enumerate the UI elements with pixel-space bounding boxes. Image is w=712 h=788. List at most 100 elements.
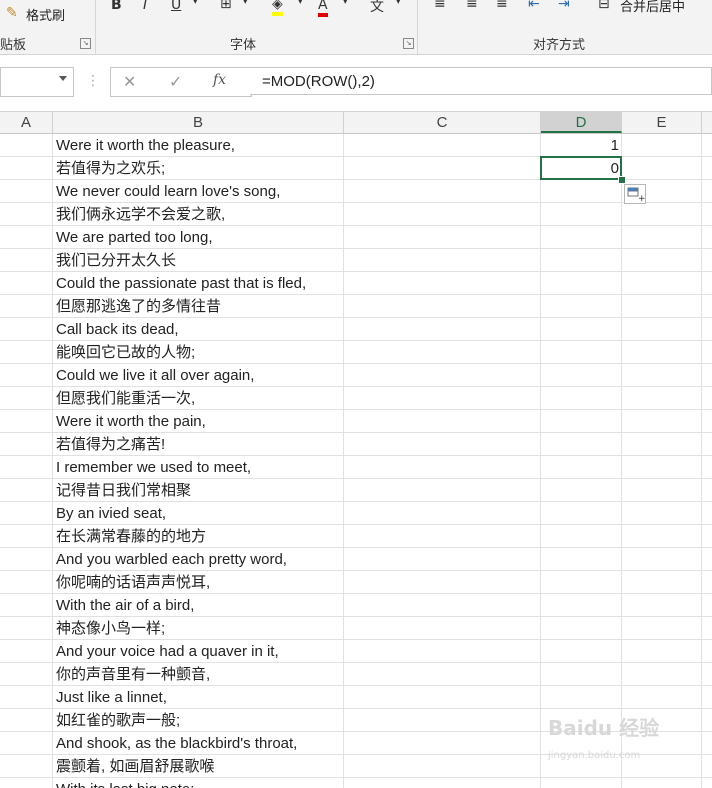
align-right-icon[interactable]: ≡	[496, 0, 508, 12]
cell-b[interactable]: With its last big note;	[56, 778, 194, 788]
table-row: I remember we used to meet,	[0, 456, 712, 479]
column-gridline	[52, 134, 53, 788]
column-gridline	[343, 134, 344, 788]
cell-b[interactable]: 能唤回它已故的人物;	[56, 341, 195, 363]
column-header-e[interactable]: E	[622, 112, 702, 133]
merge-center-button[interactable]: 合并后居中	[620, 0, 685, 15]
active-cell-border[interactable]	[540, 156, 622, 180]
formula-bar: ⋮ ✕ ✓ fx =MOD(ROW(),2)	[0, 55, 712, 112]
cell-b[interactable]: Call back its dead,	[56, 318, 179, 340]
phonetic-icon[interactable]: 文	[370, 0, 384, 16]
column-header-bar: A B C D E	[0, 112, 712, 134]
table-row: 我们已分开太久长	[0, 249, 712, 272]
format-painter-button[interactable]: 格式刷	[26, 5, 65, 24]
clipboard-launcher-icon[interactable]: ↘	[80, 38, 91, 49]
table-row: 在长满常春藤的的地方	[0, 525, 712, 548]
ribbon-separator	[95, 0, 96, 54]
cell-b[interactable]: And your voice had a quaver in it,	[56, 640, 279, 662]
ribbon-separator	[417, 0, 418, 54]
cell-b[interactable]: 你的声音里有一种颤音,	[56, 663, 210, 685]
formula-bar-grip-icon: ⋮	[86, 73, 100, 89]
decrease-indent-icon[interactable]: ⇤	[528, 0, 540, 12]
cell-b[interactable]: And shook, as the blackbird's throat,	[56, 732, 297, 754]
cell-b[interactable]: Could we live it all over again,	[56, 364, 254, 386]
watermark: Baidu 经验	[548, 716, 660, 740]
cell-b[interactable]: 我们俩永远学不会爱之歌,	[56, 203, 225, 225]
table-row: 你的声音里有一种颤音,	[0, 663, 712, 686]
cell-b[interactable]: I remember we used to meet,	[56, 456, 251, 478]
border-icon[interactable]: ⊞	[220, 0, 232, 12]
cell-b[interactable]: We never could learn love's song,	[56, 180, 280, 202]
underline-icon[interactable]: U	[171, 0, 181, 13]
cell-b[interactable]: By an ivied seat,	[56, 502, 166, 524]
formula-input[interactable]: =MOD(ROW(),2)	[250, 67, 712, 95]
fill-handle[interactable]	[618, 176, 626, 184]
phonetic-dropdown-icon[interactable]: ▾	[396, 0, 401, 7]
italic-icon[interactable]: I	[143, 0, 147, 13]
cancel-icon[interactable]: ✕	[123, 72, 136, 91]
column-header-b[interactable]: B	[53, 112, 344, 133]
table-row: Just like a linnet,	[0, 686, 712, 709]
cell-b[interactable]: 你呢喃的话语声声悦耳,	[56, 571, 210, 593]
table-row: 神态像小鸟一样;	[0, 617, 712, 640]
cell-b[interactable]: And you warbled each pretty word,	[56, 548, 287, 570]
cell-b[interactable]: 震颤着, 如画眉舒展歌喉	[56, 755, 214, 777]
table-row: And your voice had a quaver in it,	[0, 640, 712, 663]
bold-icon[interactable]: B	[111, 0, 122, 13]
table-row: Call back its dead,	[0, 318, 712, 341]
cell-b[interactable]: We are parted too long,	[56, 226, 213, 248]
cell-b[interactable]: 如红雀的歌声一般;	[56, 709, 180, 731]
cell-b[interactable]: 在长满常春藤的的地方	[56, 525, 206, 547]
column-gridline	[701, 134, 702, 788]
align-left-icon[interactable]: ≡	[434, 0, 446, 12]
align-center-icon[interactable]: ≡	[466, 0, 478, 12]
table-row: 你呢喃的话语声声悦耳,	[0, 571, 712, 594]
column-header-c[interactable]: C	[344, 112, 541, 133]
cell-b[interactable]: Were it worth the pleasure,	[56, 134, 235, 156]
quick-analysis-icon: +	[627, 187, 646, 204]
font-color-icon[interactable]: A	[318, 0, 328, 17]
table-row: By an ivied seat,	[0, 502, 712, 525]
table-row: 但愿那逃逸了的多情往昔	[0, 295, 712, 318]
table-row: Could the passionate past that is fled,	[0, 272, 712, 295]
column-header-d[interactable]: D	[541, 112, 622, 133]
cell-b[interactable]: Just like a linnet,	[56, 686, 167, 708]
table-row: Were it worth the pain,	[0, 410, 712, 433]
table-row: With the air of a bird,	[0, 594, 712, 617]
cell-d1[interactable]: 1	[541, 135, 619, 157]
quick-analysis-button[interactable]: +	[624, 184, 646, 204]
fill-color-icon[interactable]: ◈	[272, 0, 283, 16]
name-box[interactable]	[0, 67, 74, 97]
cell-b[interactable]: 但愿我们能重活一次,	[56, 387, 195, 409]
font-launcher-icon[interactable]: ↘	[403, 38, 414, 49]
merge-center-icon[interactable]: ⊟	[598, 0, 610, 12]
underline-dropdown-icon[interactable]: ▾	[193, 0, 198, 7]
column-gridline	[621, 134, 622, 788]
cell-b[interactable]: With the air of a bird,	[56, 594, 194, 616]
table-row: And you warbled each pretty word,	[0, 548, 712, 571]
enter-icon[interactable]: ✓	[169, 72, 182, 91]
formula-buttons: ✕ ✓ fx	[110, 67, 252, 97]
name-box-dropdown-icon[interactable]	[59, 76, 67, 81]
cell-b[interactable]: 记得昔日我们常相聚	[56, 479, 191, 501]
fill-color-dropdown-icon[interactable]: ▾	[298, 0, 303, 7]
insert-function-icon[interactable]: fx	[213, 72, 226, 88]
clipboard-group-label: 贴板	[0, 38, 27, 53]
column-header-a[interactable]: A	[0, 112, 53, 133]
cell-b[interactable]: 若值得为之痛苦!	[56, 433, 165, 455]
table-row: 但愿我们能重活一次,	[0, 387, 712, 410]
worksheet-grid[interactable]: Were it worth the pleasure, 若值得为之欢乐; We ne…	[0, 134, 712, 788]
border-dropdown-icon[interactable]: ▾	[243, 0, 248, 7]
ribbon: ✎ 格式刷 贴板 ↘ B I U ▾ ⊞ ▾ ◈ ▾ A ▾ 文 ▾ 字体 ↘ …	[0, 0, 712, 55]
increase-indent-icon[interactable]: ⇥	[558, 0, 570, 12]
cell-b[interactable]: Could the passionate past that is fled,	[56, 272, 306, 294]
cell-b[interactable]: 但愿那逃逸了的多情往昔	[56, 295, 221, 317]
cell-b[interactable]: 神态像小鸟一样;	[56, 617, 165, 639]
font-color-dropdown-icon[interactable]: ▾	[343, 0, 348, 7]
alignment-group-label: 对齐方式	[533, 38, 586, 53]
format-painter-icon: ✎	[6, 5, 18, 21]
cell-b[interactable]: 我们已分开太久长	[56, 249, 176, 271]
cell-b[interactable]: Were it worth the pain,	[56, 410, 206, 432]
table-row: 我们俩永远学不会爱之歌,	[0, 203, 712, 226]
cell-b[interactable]: 若值得为之欢乐;	[56, 157, 165, 179]
